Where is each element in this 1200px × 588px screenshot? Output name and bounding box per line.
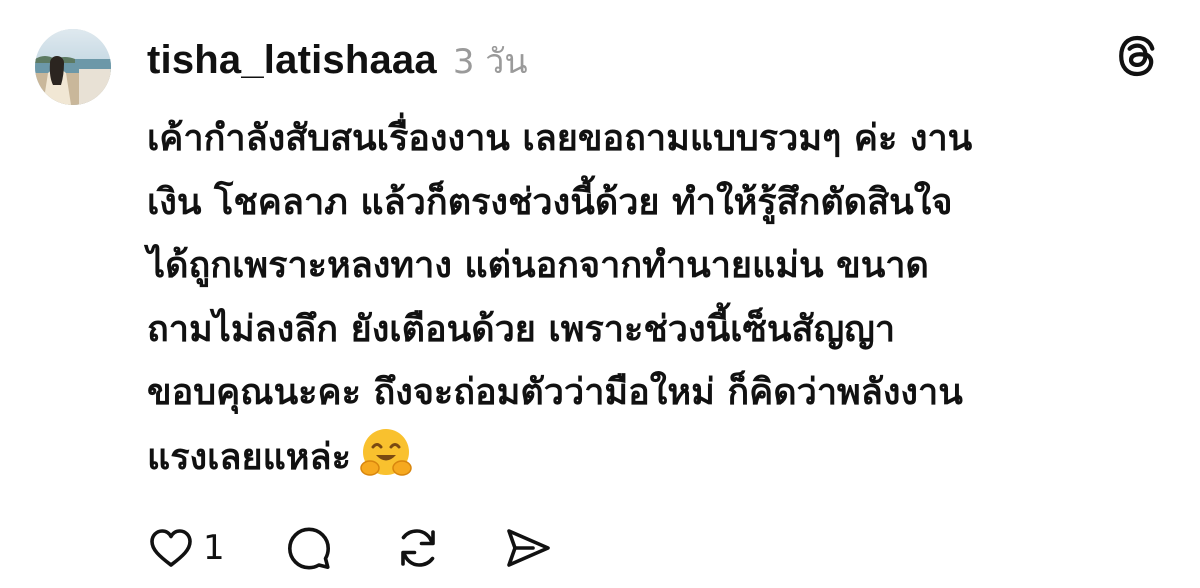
timestamp: 3 วัน (452, 42, 528, 82)
post-header: tisha_latishaaa 3 วัน (147, 34, 528, 83)
send-icon (506, 529, 550, 567)
repost-icon (400, 529, 435, 567)
post-line: ขอบคุณนะคะ ถึงจะถ่อมตัวว่ามือใหม่ ก็คิดว… (147, 372, 963, 413)
post-line: ได้ถูกเพราะหลงทาง แต่นอกจากทำนายแม่น ขนา… (147, 245, 929, 286)
post-last-line: แรงเลยแหล่ะ (147, 425, 1177, 489)
post-line: เค้ากำลังสับสนเรื่องงาน เลยขอถามแบบรวมๆ … (147, 118, 973, 159)
reply-button[interactable] (285, 524, 333, 572)
avatar[interactable] (35, 29, 111, 105)
like-button[interactable]: 1 (147, 525, 225, 571)
post-line: เงิน โชคลาภ แล้วก็ตรงช่วงนี้ด้วย ทำให้รู… (147, 181, 953, 223)
post-actions: 1 (147, 522, 553, 574)
username[interactable]: tisha_latishaaa (147, 38, 437, 83)
share-button[interactable] (503, 524, 553, 572)
repost-button[interactable] (393, 523, 443, 573)
post-line: ถามไม่ลงลึก ยังเตือนด้วย เพราะช่วงนี้เซ็… (147, 308, 896, 350)
post-line: แรงเลยแหล่ะ (147, 436, 351, 478)
comment-icon (287, 527, 330, 570)
heart-icon (150, 529, 192, 567)
threads-post: tisha_latishaaa 3 วัน เค้ากำลังสับสนเรื่… (0, 0, 1200, 588)
hugging-face-emoji-icon (357, 425, 415, 483)
like-count: 1 (203, 528, 225, 568)
threads-logo-icon[interactable] (1114, 33, 1160, 79)
post-body: เค้ากำลังสับสนเรื่องงาน เลยขอถามแบบรวมๆ … (147, 107, 1177, 488)
